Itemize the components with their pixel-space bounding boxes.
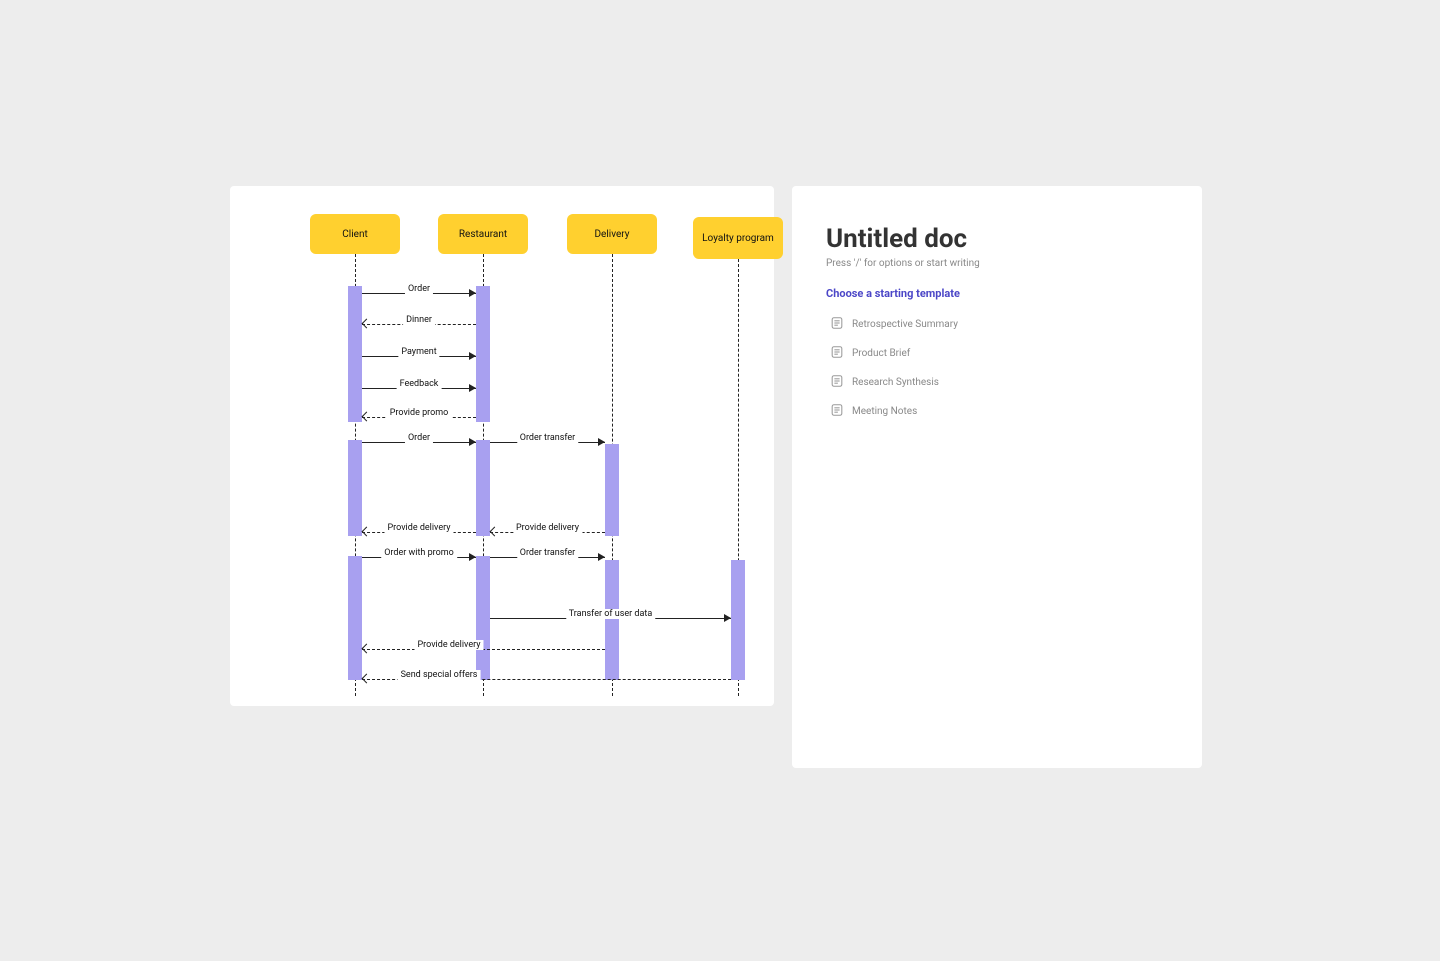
message-label-9: Order with promo	[381, 548, 457, 558]
doc-card: Untitled doc Press '/' for options or st…	[792, 186, 1202, 768]
activation-restaurant-6	[476, 556, 490, 680]
message-arrowhead-1	[362, 319, 372, 329]
template-item-0[interactable]: Retrospective Summary	[826, 310, 1168, 339]
message-arrowhead-3	[469, 384, 476, 392]
activation-client-0	[348, 286, 362, 422]
message-arrowhead-13	[362, 674, 372, 684]
message-label-12: Provide delivery	[414, 640, 483, 650]
template-item-label: Research Synthesis	[852, 377, 939, 388]
document-icon	[830, 316, 844, 333]
message-label-1: Dinner	[403, 315, 435, 325]
doc-hint: Press '/' for options or start writing	[826, 258, 1168, 269]
message-label-10: Order transfer	[517, 548, 578, 558]
template-item-3[interactable]: Meeting Notes	[826, 397, 1168, 426]
document-icon	[830, 345, 844, 362]
participant-client[interactable]: Client	[310, 214, 400, 254]
message-arrowhead-7	[490, 527, 500, 537]
template-item-label: Product Brief	[852, 348, 910, 359]
doc-section-label: Choose a starting template	[826, 287, 1168, 300]
activation-delivery-4	[605, 444, 619, 536]
template-item-label: Retrospective Summary	[852, 319, 958, 330]
sequence-diagram: ClientRestaurantDeliveryLoyalty programO…	[230, 186, 774, 706]
template-item-2[interactable]: Research Synthesis	[826, 368, 1168, 397]
activation-client-5	[348, 556, 362, 680]
activation-client-2	[348, 440, 362, 536]
doc-title[interactable]: Untitled doc	[826, 224, 1168, 254]
message-arrowhead-8	[362, 527, 372, 537]
message-arrowhead-4	[362, 412, 372, 422]
message-label-8: Provide delivery	[384, 523, 453, 533]
template-item-label: Meeting Notes	[852, 406, 917, 417]
message-arrowhead-2	[469, 352, 476, 360]
activation-restaurant-1	[476, 286, 490, 422]
message-label-13: Send special offers	[398, 670, 481, 680]
message-label-0: Order	[405, 284, 433, 294]
message-arrowhead-6	[598, 438, 605, 446]
message-label-3: Feedback	[397, 379, 442, 389]
message-label-7: Provide delivery	[513, 523, 582, 533]
document-icon	[830, 403, 844, 420]
participant-delivery[interactable]: Delivery	[567, 214, 657, 254]
message-arrowhead-0	[469, 289, 476, 297]
message-label-11: Transfer of user data	[566, 609, 655, 619]
template-item-1[interactable]: Product Brief	[826, 339, 1168, 368]
message-label-6: Order transfer	[517, 433, 578, 443]
activation-loyalty-8	[731, 560, 745, 680]
message-arrowhead-12	[362, 644, 372, 654]
participant-loyalty[interactable]: Loyalty program	[693, 217, 783, 259]
message-arrowhead-5	[469, 438, 476, 446]
template-list: Retrospective Summary Product Brief Resear…	[826, 310, 1168, 426]
message-label-2: Payment	[398, 347, 439, 357]
message-arrowhead-10	[598, 553, 605, 561]
message-label-4: Provide promo	[387, 408, 452, 418]
activation-delivery-7	[605, 560, 619, 680]
message-label-5: Order	[405, 433, 433, 443]
message-arrowhead-9	[469, 553, 476, 561]
activation-restaurant-3	[476, 440, 490, 536]
sequence-diagram-card: ClientRestaurantDeliveryLoyalty programO…	[230, 186, 774, 706]
message-arrowhead-11	[724, 614, 731, 622]
participant-restaurant[interactable]: Restaurant	[438, 214, 528, 254]
document-icon	[830, 374, 844, 391]
